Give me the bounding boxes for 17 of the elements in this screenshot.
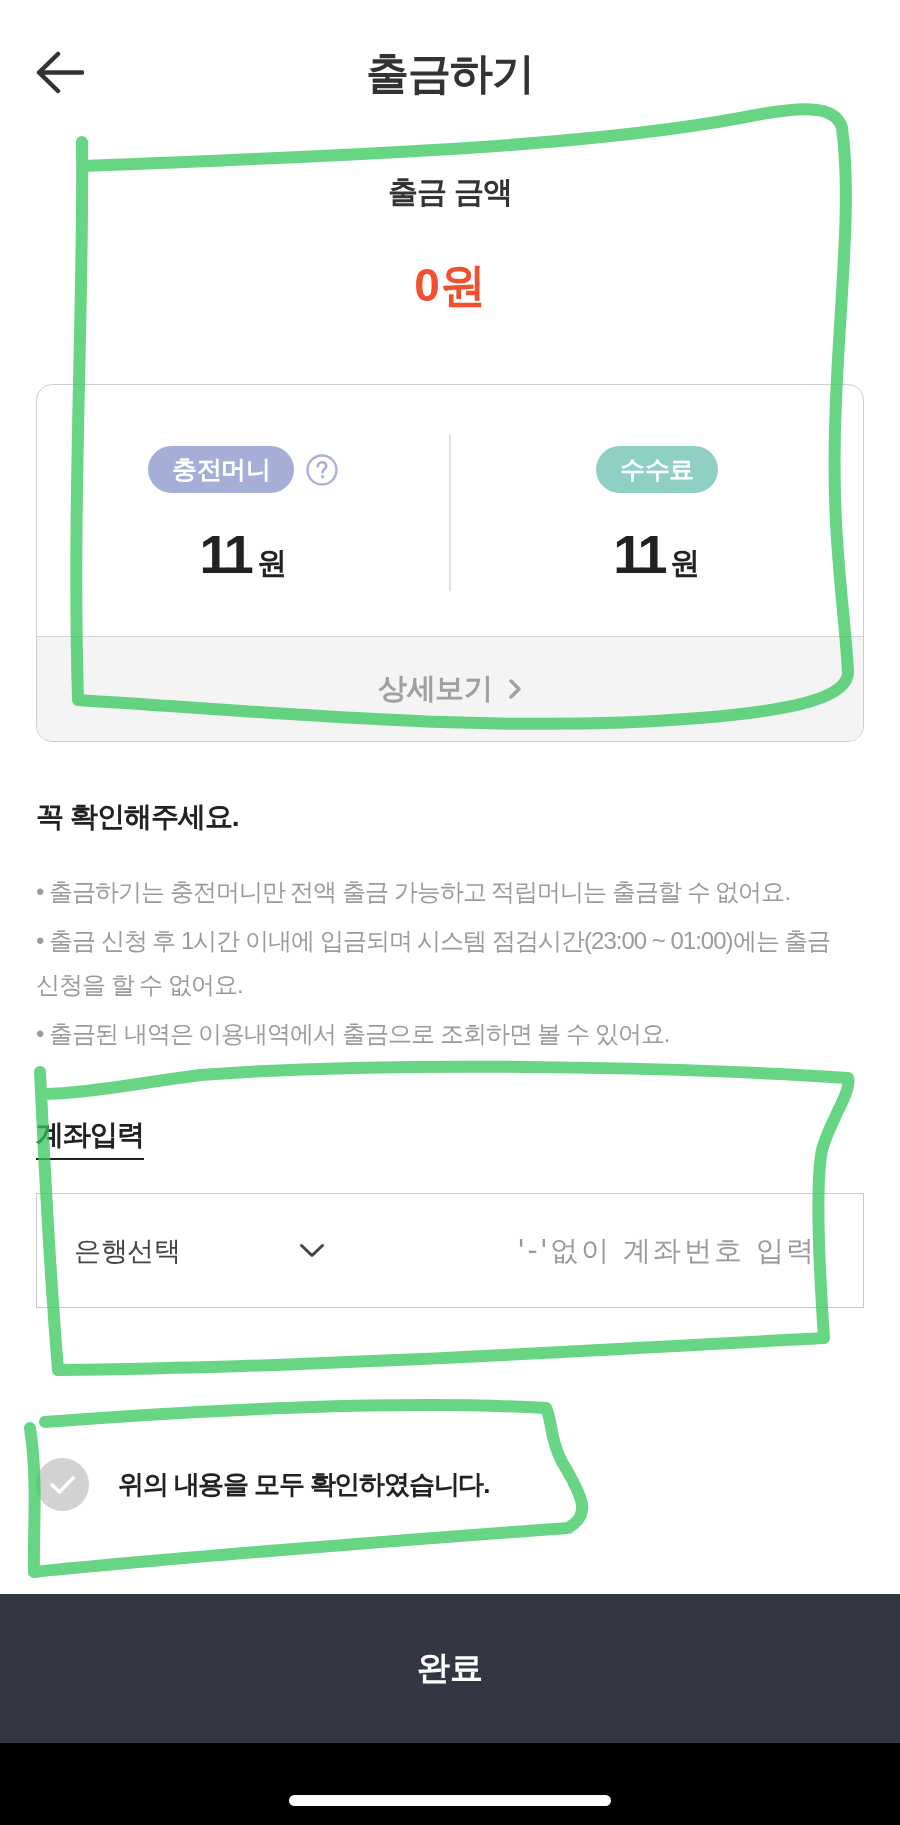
help-icon[interactable] [306, 453, 339, 486]
back-arrow-icon [36, 51, 84, 94]
notice-item: • 출금 신청 후 1시간 이내에 입금되며 시스템 점검시간(23:00 ~ 01:00)에는 출금 신청을 할 수 없어요. [36, 926, 832, 1000]
complete-button[interactable]: 완료 [0, 1594, 900, 1743]
page-title: 출금하기 [366, 47, 534, 99]
amount-value: 0원 [414, 258, 486, 313]
chevron-right-icon [508, 678, 522, 700]
back-button[interactable] [36, 51, 84, 94]
agree-label: 위의 내용을 모두 확인하였습니다. [118, 1468, 490, 1501]
notice-title: 꼭 확인해주세요. [36, 800, 240, 834]
category-badge: 수수료 [596, 446, 718, 493]
notice-item: • 출금하기는 충전머니만 전액 출금 가능하고 적립머니는 출금할 수 없어요. [36, 877, 792, 907]
category-badge: 충전머니 [148, 446, 295, 493]
amount-text: 11 원 [199, 523, 287, 586]
amount-label: 출금 금액 [388, 174, 512, 210]
notice-item: • 출금된 내역은 이용내역에서 출금으로 조회하면 볼 수 있어요. [36, 1019, 671, 1049]
amount-text: 11 원 [613, 523, 701, 586]
